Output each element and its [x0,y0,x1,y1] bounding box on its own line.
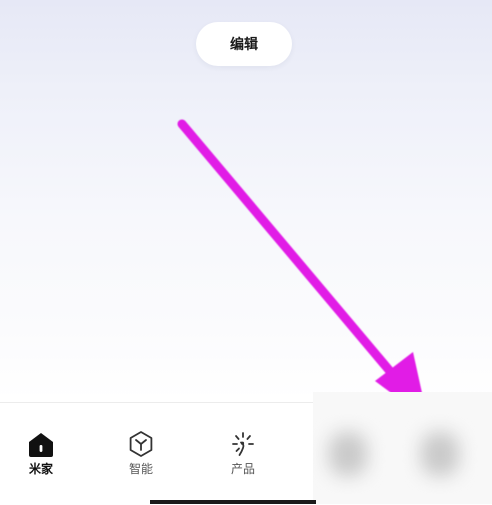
blurred-tab-region [313,392,492,504]
app-screen: 编辑 米家 智能 产品 [0,0,492,505]
blurred-tab-placeholder [329,432,367,476]
tab-smart[interactable]: 智能 [111,429,171,485]
smart-hexagon-icon [126,429,156,459]
sparkle-icon [228,429,258,459]
edit-button[interactable]: 编辑 [196,22,292,66]
tab-smart-label: 智能 [128,462,153,476]
tab-products-label: 产品 [230,462,255,476]
home-indicator [150,500,316,504]
blurred-tab-placeholder [421,432,459,476]
tab-home-label: 米家 [28,462,53,476]
arrow-shaft [177,119,399,381]
home-icon [26,429,56,459]
tab-home[interactable]: 米家 [11,429,71,485]
tab-products[interactable]: 产品 [213,429,273,485]
